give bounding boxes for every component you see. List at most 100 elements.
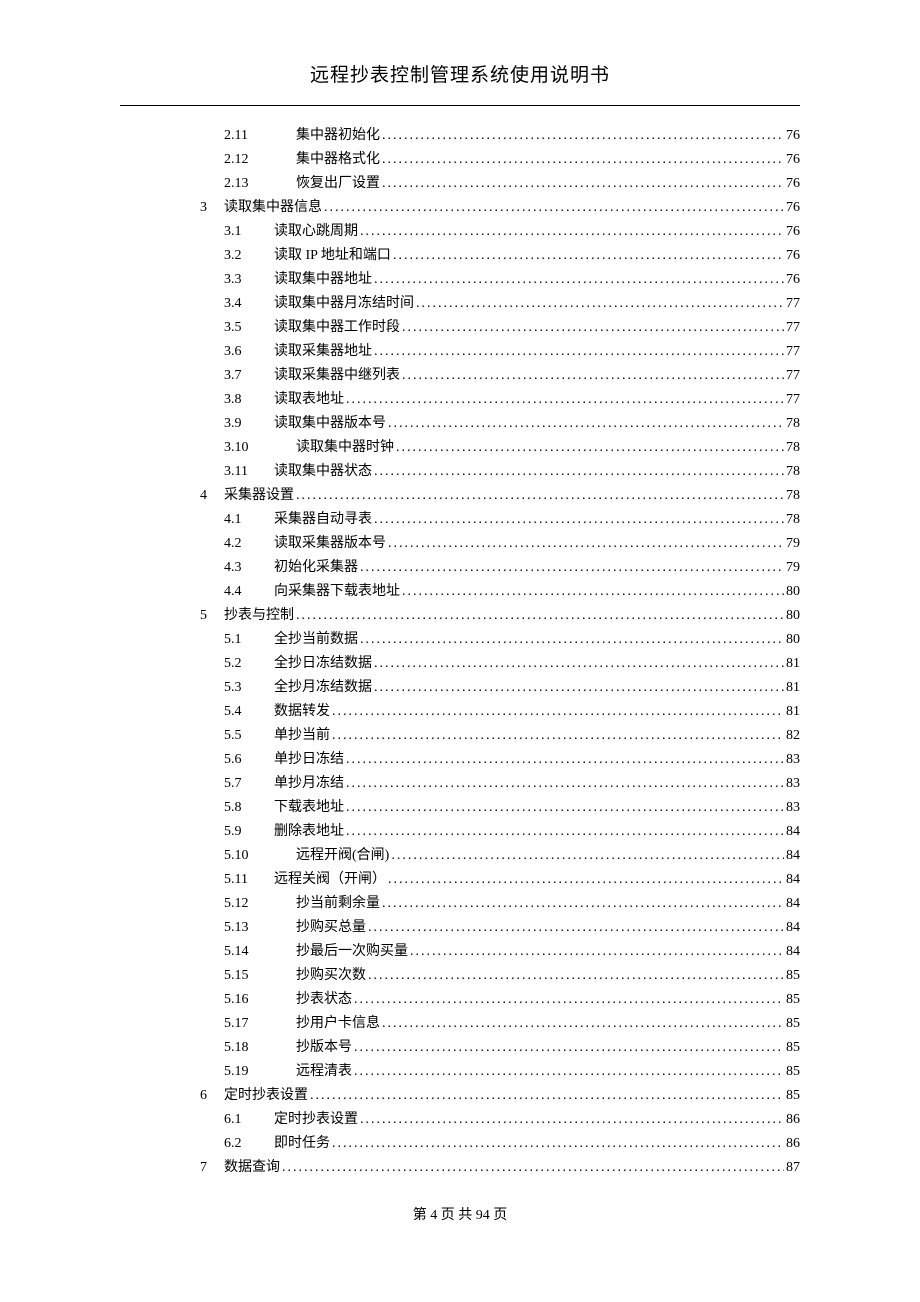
toc-entry-page: 81 <box>786 700 800 724</box>
toc-entry-page: 77 <box>786 388 800 412</box>
toc-entry-number: 4.4 <box>224 580 274 604</box>
toc-entry-label: 读取采集器版本号 <box>274 532 386 556</box>
toc-entry-page: 84 <box>786 820 800 844</box>
toc-entry-number: 2.12 <box>224 148 296 172</box>
toc-entry-page: 81 <box>786 652 800 676</box>
toc-entry-number: 2.13 <box>224 172 296 196</box>
toc-leader-dots <box>332 724 784 748</box>
toc-entry-number: 3.9 <box>224 412 274 436</box>
toc-entry-page: 76 <box>786 244 800 268</box>
toc-leader-dots <box>354 988 784 1012</box>
toc-entry-number: 3.7 <box>224 364 274 388</box>
toc-leader-dots <box>374 268 784 292</box>
toc-entry-page: 77 <box>786 364 800 388</box>
toc-entry-label: 初始化采集器 <box>274 556 358 580</box>
toc-entry-number: 5.8 <box>224 796 274 820</box>
toc-entry-page: 85 <box>786 1036 800 1060</box>
toc-entry-page: 84 <box>786 844 800 868</box>
toc-entry: 5.7单抄月冻结83 <box>120 772 800 796</box>
toc-entry-label: 定时抄表设置 <box>274 1108 358 1132</box>
toc-entry: 6.2即时任务86 <box>120 1132 800 1156</box>
footer-prefix: 第 <box>413 1208 431 1223</box>
toc-leader-dots <box>382 124 784 148</box>
toc-entry-page: 76 <box>786 124 800 148</box>
toc-entry-label: 采集器设置 <box>224 484 294 508</box>
toc-entry-number: 3.3 <box>224 268 274 292</box>
toc-leader-dots <box>391 844 784 868</box>
toc-entry-label: 读取集中器版本号 <box>274 412 386 436</box>
toc-entry-page: 84 <box>786 916 800 940</box>
toc-entry-label: 全抄当前数据 <box>274 628 358 652</box>
toc-entry: 5.5单抄当前82 <box>120 724 800 748</box>
toc-leader-dots <box>388 412 784 436</box>
toc-entry-number: 3.1 <box>224 220 274 244</box>
toc-entry-number: 4.1 <box>224 508 274 532</box>
toc-leader-dots <box>396 436 784 460</box>
toc-leader-dots <box>354 1060 784 1084</box>
toc-entry-number: 3.4 <box>224 292 274 316</box>
toc-entry-page: 86 <box>786 1108 800 1132</box>
toc-entry-number: 6 <box>200 1084 224 1108</box>
toc-entry: 5.11远程关阀（开闸）84 <box>120 868 800 892</box>
toc-entry-page: 80 <box>786 604 800 628</box>
toc-entry-label: 向采集器下载表地址 <box>274 580 400 604</box>
toc-entry-page: 82 <box>786 724 800 748</box>
toc-entry-number: 3.2 <box>224 244 274 268</box>
toc-entry-label: 读取集中器状态 <box>274 460 372 484</box>
toc-entry: 5.18抄版本号85 <box>120 1036 800 1060</box>
toc-leader-dots <box>393 244 784 268</box>
toc-entry-label: 全抄日冻结数据 <box>274 652 372 676</box>
toc-leader-dots <box>346 796 784 820</box>
toc-leader-dots <box>332 1132 784 1156</box>
toc-entry: 3.9读取集中器版本号78 <box>120 412 800 436</box>
toc-entry-label: 采集器自动寻表 <box>274 508 372 532</box>
toc-leader-dots <box>324 196 784 220</box>
toc-leader-dots <box>402 580 784 604</box>
toc-entry-number: 3 <box>200 196 224 220</box>
toc-entry-number: 3.6 <box>224 340 274 364</box>
toc-entry-number: 5.10 <box>224 844 296 868</box>
toc-entry-label: 单抄当前 <box>274 724 330 748</box>
toc-entry: 2.12集中器格式化76 <box>120 148 800 172</box>
toc-leader-dots <box>374 676 784 700</box>
toc-leader-dots <box>374 460 784 484</box>
toc-entry-page: 83 <box>786 772 800 796</box>
toc-entry-label: 集中器格式化 <box>296 148 380 172</box>
toc-entry-number: 5 <box>200 604 224 628</box>
toc-entry-number: 5.6 <box>224 748 274 772</box>
toc-entry-label: 数据转发 <box>274 700 330 724</box>
toc-leader-dots <box>382 148 784 172</box>
toc-entry-number: 5.18 <box>224 1036 296 1060</box>
toc-entry: 3.4读取集中器月冻结时间77 <box>120 292 800 316</box>
toc-entry: 5抄表与控制80 <box>120 604 800 628</box>
toc-leader-dots <box>346 388 784 412</box>
toc-entry-number: 4.2 <box>224 532 274 556</box>
toc-entry-number: 5.4 <box>224 700 274 724</box>
toc-leader-dots <box>360 1108 784 1132</box>
toc-entry-label: 抄最后一次购买量 <box>296 940 408 964</box>
toc-entry: 5.13抄购买总量84 <box>120 916 800 940</box>
toc-entry: 5.3全抄月冻结数据81 <box>120 676 800 700</box>
toc-leader-dots <box>382 172 784 196</box>
toc-leader-dots <box>368 964 784 988</box>
toc-entry-number: 5.9 <box>224 820 274 844</box>
toc-entry: 4.2读取采集器版本号79 <box>120 532 800 556</box>
toc-leader-dots <box>360 628 784 652</box>
toc-entry-page: 84 <box>786 940 800 964</box>
toc-entry-label: 读取 IP 地址和端口 <box>274 244 391 268</box>
toc-entry-label: 下载表地址 <box>274 796 344 820</box>
toc-entry: 3.6读取采集器地址77 <box>120 340 800 364</box>
toc-entry: 3.7读取采集器中继列表77 <box>120 364 800 388</box>
toc-entry-page: 78 <box>786 436 800 460</box>
toc-entry-number: 5.11 <box>224 868 274 892</box>
toc-entry-number: 5.12 <box>224 892 296 916</box>
toc-entry-label: 远程开阀(合闸) <box>296 844 389 868</box>
toc-entry: 5.9删除表地址84 <box>120 820 800 844</box>
toc-leader-dots <box>346 748 784 772</box>
toc-entry-number: 5.13 <box>224 916 296 940</box>
toc-leader-dots <box>382 1012 784 1036</box>
toc-entry: 5.17抄用户卡信息85 <box>120 1012 800 1036</box>
toc-entry: 3.2读取 IP 地址和端口 76 <box>120 244 800 268</box>
toc-entry-label: 读取集中器月冻结时间 <box>274 292 414 316</box>
toc-entry-number: 6.1 <box>224 1108 274 1132</box>
